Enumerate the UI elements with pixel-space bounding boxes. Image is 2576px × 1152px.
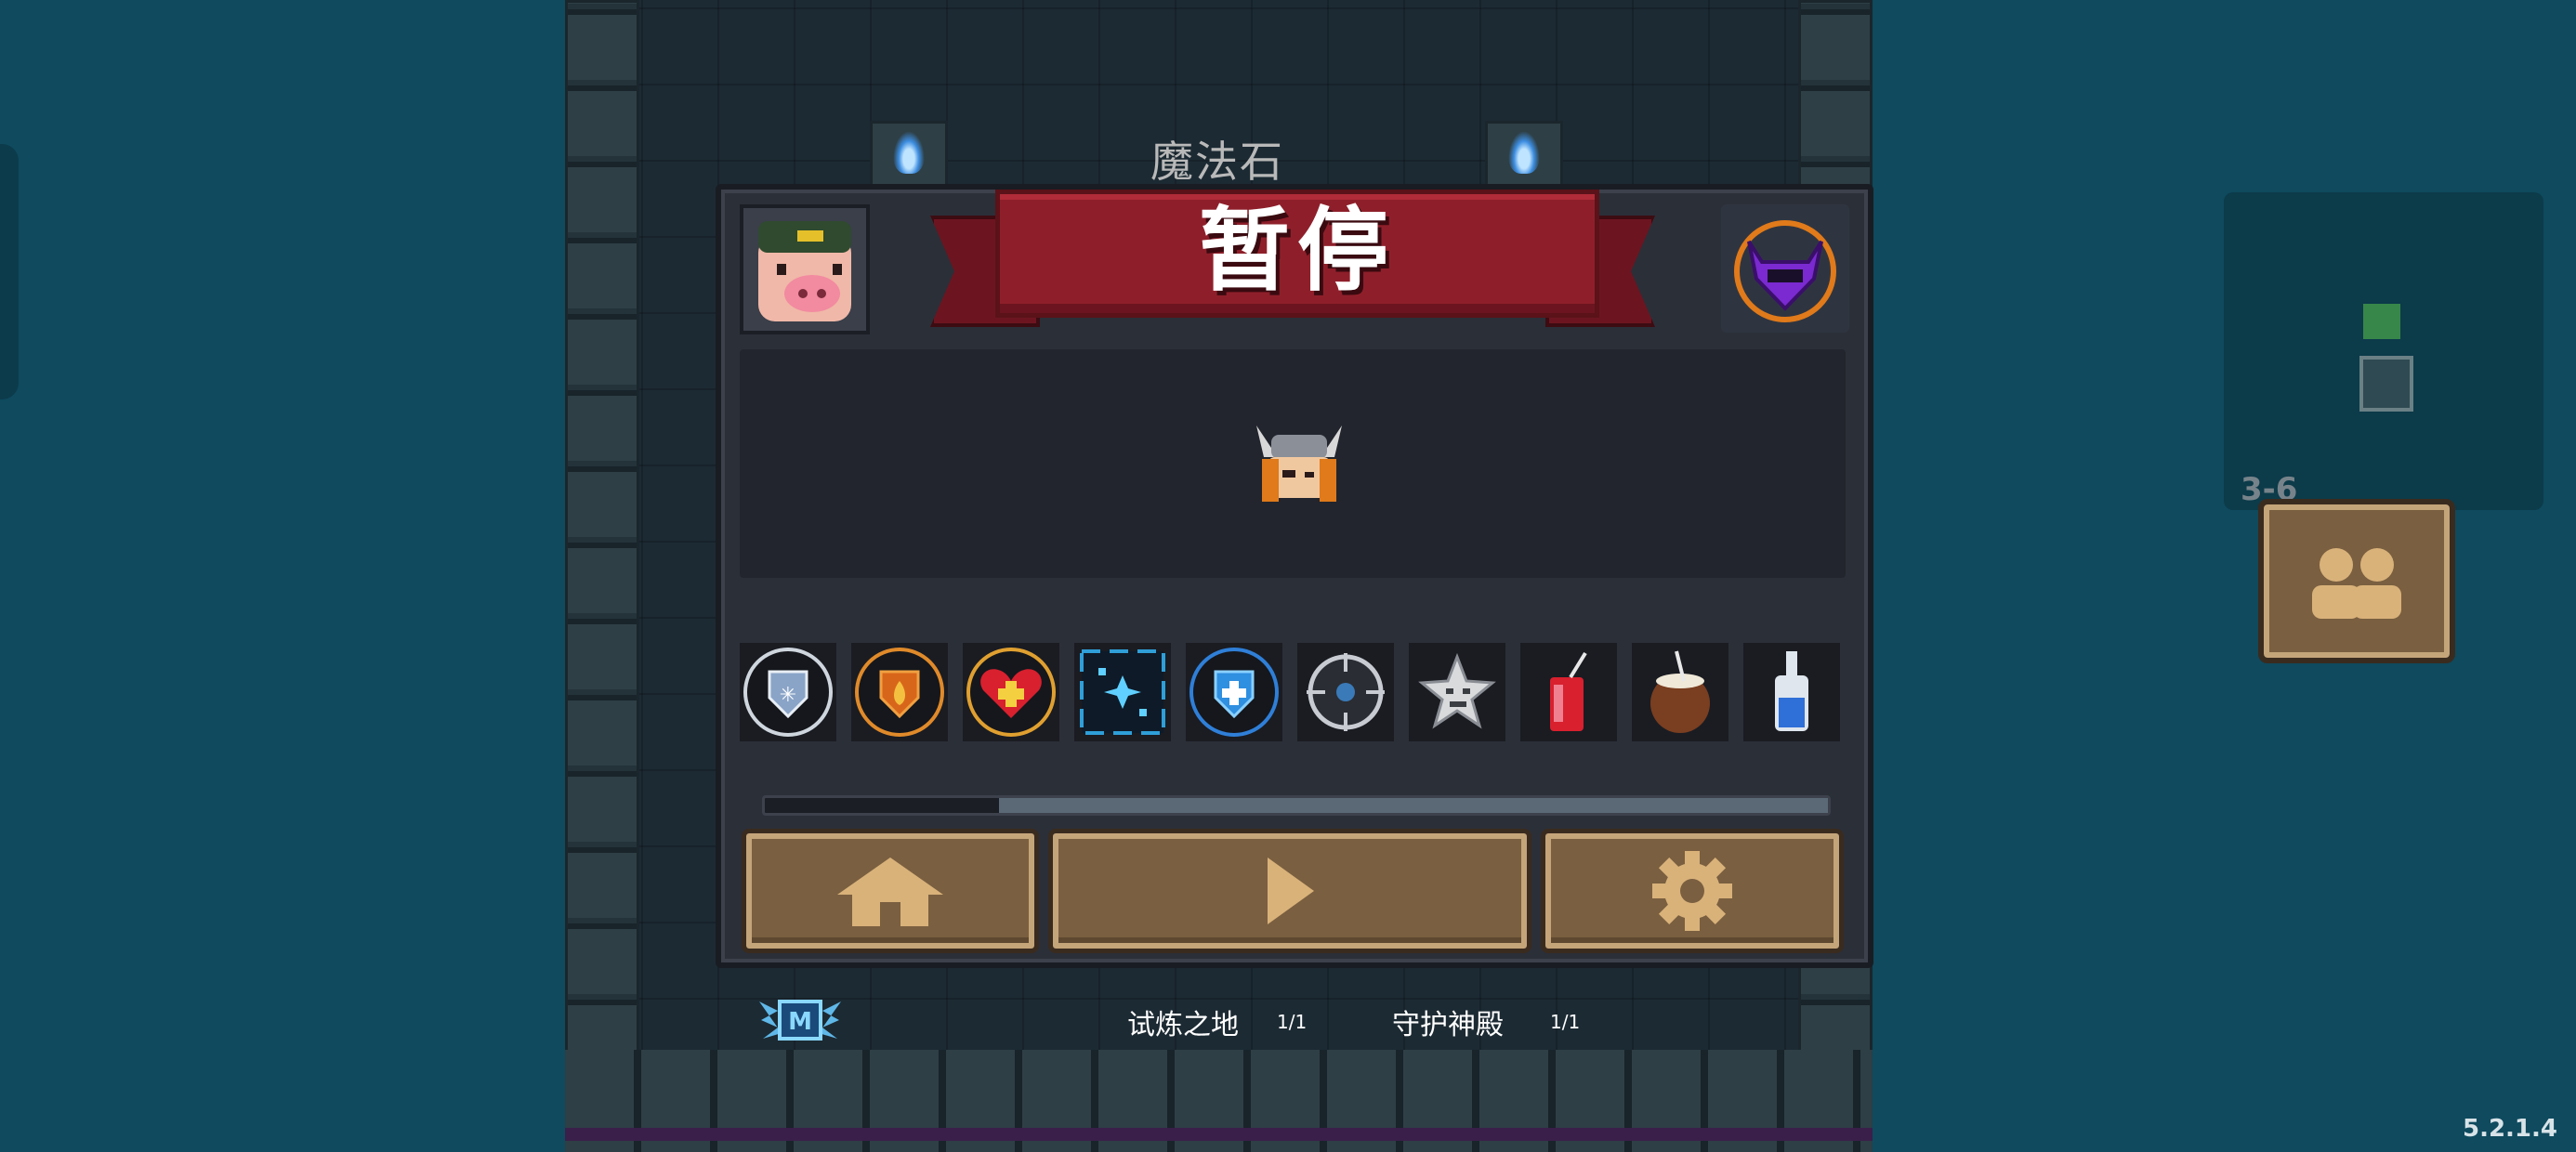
left-drawer-tab[interactable]	[0, 144, 19, 399]
start-room-icon	[2363, 304, 2400, 339]
difficulty-badge[interactable]	[1721, 204, 1849, 333]
pig-hero-icon	[758, 221, 851, 321]
multiplayer-button[interactable]	[2258, 499, 2455, 663]
challenge-progress: 1/1	[1277, 1011, 1308, 1033]
players-icon	[2312, 547, 2401, 619]
play-icon	[1268, 857, 1314, 924]
ice-shield-buff-icon: ✳	[743, 648, 833, 737]
buff-scrollbar[interactable]	[762, 795, 1831, 816]
buff-slot[interactable]	[1074, 643, 1171, 741]
buff-slot[interactable]: ✳	[740, 643, 836, 741]
sparkle-buff-icon	[1080, 649, 1165, 735]
potion-bottle-buff-icon	[1775, 651, 1808, 731]
challenge-name: 守护神殿	[1392, 1009, 1504, 1041]
resume-button[interactable]	[1048, 829, 1531, 953]
hero-preview-area	[740, 349, 1846, 578]
pause-panel: 暂停 ✳	[716, 184, 1873, 968]
viking-pet-icon	[1249, 416, 1349, 505]
blue-shield-buff-icon	[1189, 648, 1279, 737]
red-drink-buff-icon	[1550, 651, 1587, 731]
home-button[interactable]	[742, 829, 1039, 953]
buff-list[interactable]: ✳	[740, 643, 1855, 745]
heart-heal-buff-icon	[966, 648, 1056, 737]
svg-text:M: M	[788, 1008, 812, 1036]
star-face-buff-icon	[1418, 652, 1496, 729]
buff-slot[interactable]	[963, 643, 1059, 741]
pause-banner: 暂停	[930, 190, 1655, 338]
winged-m-badge-icon[interactable]: M	[757, 996, 843, 1044]
buff-slot[interactable]	[1520, 643, 1617, 741]
compass-buff-icon	[1307, 653, 1385, 731]
character-portrait[interactable]	[740, 204, 870, 334]
version-label: 5.2.1.4	[2463, 1115, 2557, 1143]
purple-horned-helmet-icon	[1734, 220, 1836, 322]
current-room-icon	[2359, 356, 2413, 412]
challenge-progress: 1/1	[1550, 1011, 1581, 1033]
blue-torch-icon	[870, 121, 948, 191]
fire-shield-buff-icon	[855, 648, 944, 737]
buff-slot[interactable]	[1743, 643, 1840, 741]
challenge-name: 试炼之地	[1127, 1009, 1239, 1041]
gear-icon	[1652, 851, 1732, 931]
pause-title: 暂停	[1198, 198, 1396, 304]
buff-slot[interactable]	[1186, 643, 1282, 741]
svg-text:✳: ✳	[780, 684, 796, 707]
home-icon	[837, 857, 943, 926]
buff-slot[interactable]	[1409, 643, 1505, 741]
settings-button[interactable]	[1541, 829, 1844, 953]
buff-slot[interactable]	[851, 643, 948, 741]
buff-slot[interactable]	[1632, 643, 1728, 741]
buff-slot[interactable]	[1297, 643, 1394, 741]
blue-torch-icon	[1485, 121, 1563, 191]
minimap[interactable]: 3-6	[2224, 192, 2543, 510]
coconut-drink-buff-icon	[1650, 650, 1710, 733]
scrollbar-thumb[interactable]	[998, 798, 1828, 813]
magic-stone-label: 魔法石	[1150, 137, 1284, 187]
